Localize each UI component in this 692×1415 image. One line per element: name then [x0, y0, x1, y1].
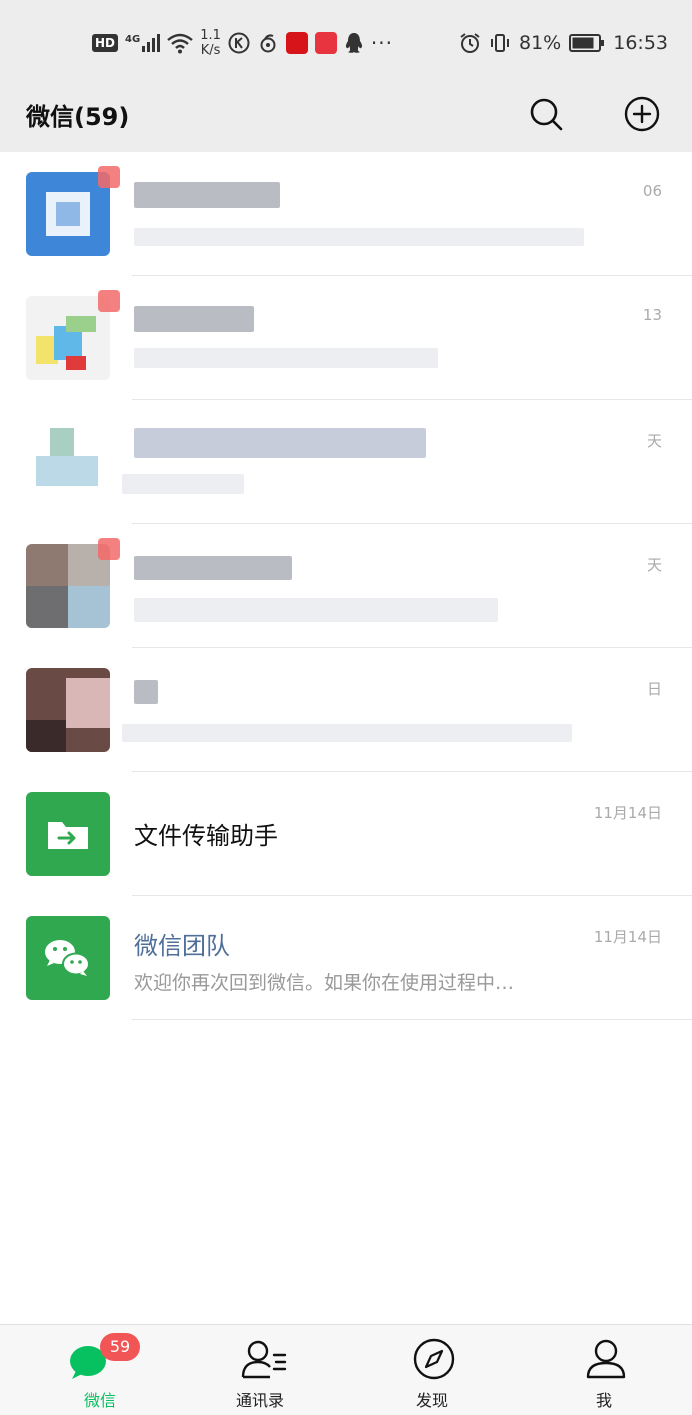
tab-label: 微信 [83, 1391, 116, 1410]
book-icon [314, 32, 337, 54]
chat-time: 日 [646, 680, 662, 698]
file-transfer-icon [26, 792, 110, 876]
chat-preview-blurred [134, 598, 498, 622]
wechat-logo-icon [26, 916, 110, 1000]
chat-time: 13 [642, 306, 662, 324]
net-speed-value: 1.1 [200, 28, 221, 43]
search-icon[interactable] [526, 94, 566, 134]
weibo-icon [260, 34, 276, 53]
chat-name-blurred [134, 182, 280, 208]
clock: 16:53 [613, 32, 668, 54]
unread-dot [98, 166, 120, 188]
signal-icon: 4G [125, 34, 161, 52]
tab-label: 通讯录 [235, 1391, 284, 1410]
tab-label: 发现 [415, 1391, 448, 1410]
chat-row-wechat-team[interactable]: 微信团队 欢迎你再次回到微信。如果你在使用过程中… 11月14日 [0, 896, 692, 1020]
qq-icon [345, 33, 362, 53]
chat-row[interactable]: 13 [0, 276, 692, 400]
app-header: 微信(59) [0, 78, 692, 152]
chat-time: 11月14日 [593, 928, 662, 946]
alarm-icon [460, 33, 480, 53]
tab-discover[interactable]: 发现 [372, 1325, 492, 1415]
chat-preview-blurred [134, 348, 438, 368]
chat-name-blurred [134, 428, 426, 458]
unread-badge: 59 [100, 1333, 140, 1361]
wifi-icon [167, 33, 193, 54]
chat-name-blurred [134, 680, 158, 704]
net-speed: 1.1 K/s [200, 28, 221, 58]
page-title: 微信(59) [26, 103, 130, 131]
chat-name-blurred [134, 556, 292, 580]
chat-name: 文件传输助手 [134, 822, 278, 850]
network-type: 4G [125, 34, 141, 45]
status-bar: HD 4G 1.1 K/s ··· 81% 16:53 [0, 0, 692, 78]
chat-preview: 欢迎你再次回到微信。如果你在使用过程中… [134, 972, 515, 994]
chat-name-blurred [134, 306, 254, 332]
chat-time: 天 [646, 432, 662, 450]
chat-preview-blurred [122, 724, 572, 742]
netease-news-icon [285, 32, 308, 54]
chat-preview-blurred [134, 228, 584, 246]
unread-dot [98, 538, 120, 560]
more-notifications: ··· [370, 31, 393, 55]
kugou-icon [228, 32, 250, 54]
person-icon [586, 1339, 626, 1379]
hd-indicator: HD [92, 34, 119, 52]
unread-dot [98, 290, 120, 312]
avatar [26, 420, 110, 504]
chat-name: 微信团队 [134, 932, 230, 960]
chat-row-file-transfer[interactable]: 文件传输助手 11月14日 [0, 772, 692, 896]
avatar [26, 668, 110, 752]
chat-time: 06 [642, 182, 662, 200]
chat-row[interactable]: 06 [0, 152, 692, 276]
tab-me[interactable]: 我 [544, 1325, 664, 1415]
compass-icon [413, 1338, 455, 1380]
chat-list: 06 13 天 天 日 文件传输助手 11月14日 微信团队 欢迎你再次回到微信… [0, 152, 692, 1020]
battery-percent: 81% [519, 32, 562, 54]
battery-icon [569, 34, 605, 52]
row-divider [132, 1019, 692, 1020]
tab-bar: 59 微信 通讯录 发现 我 [0, 1324, 692, 1415]
tab-contacts[interactable]: 通讯录 [200, 1325, 320, 1415]
tab-chats[interactable]: 59 微信 [40, 1325, 160, 1415]
chat-row[interactable]: 天 [0, 400, 692, 524]
contacts-icon [241, 1340, 287, 1379]
chat-time: 11月14日 [593, 804, 662, 822]
status-bar-right: 81% 16:53 [459, 26, 668, 60]
chat-row[interactable]: 日 [0, 648, 692, 772]
net-speed-unit: K/s [200, 43, 221, 58]
chat-preview-blurred [122, 474, 244, 494]
plus-circle-icon[interactable] [622, 94, 662, 134]
chat-row[interactable]: 天 [0, 524, 692, 648]
vibrate-icon [491, 34, 509, 52]
status-bar-left: HD 4G 1.1 K/s ··· [92, 26, 393, 60]
tab-label: 我 [595, 1391, 612, 1410]
chat-time: 天 [646, 556, 662, 574]
